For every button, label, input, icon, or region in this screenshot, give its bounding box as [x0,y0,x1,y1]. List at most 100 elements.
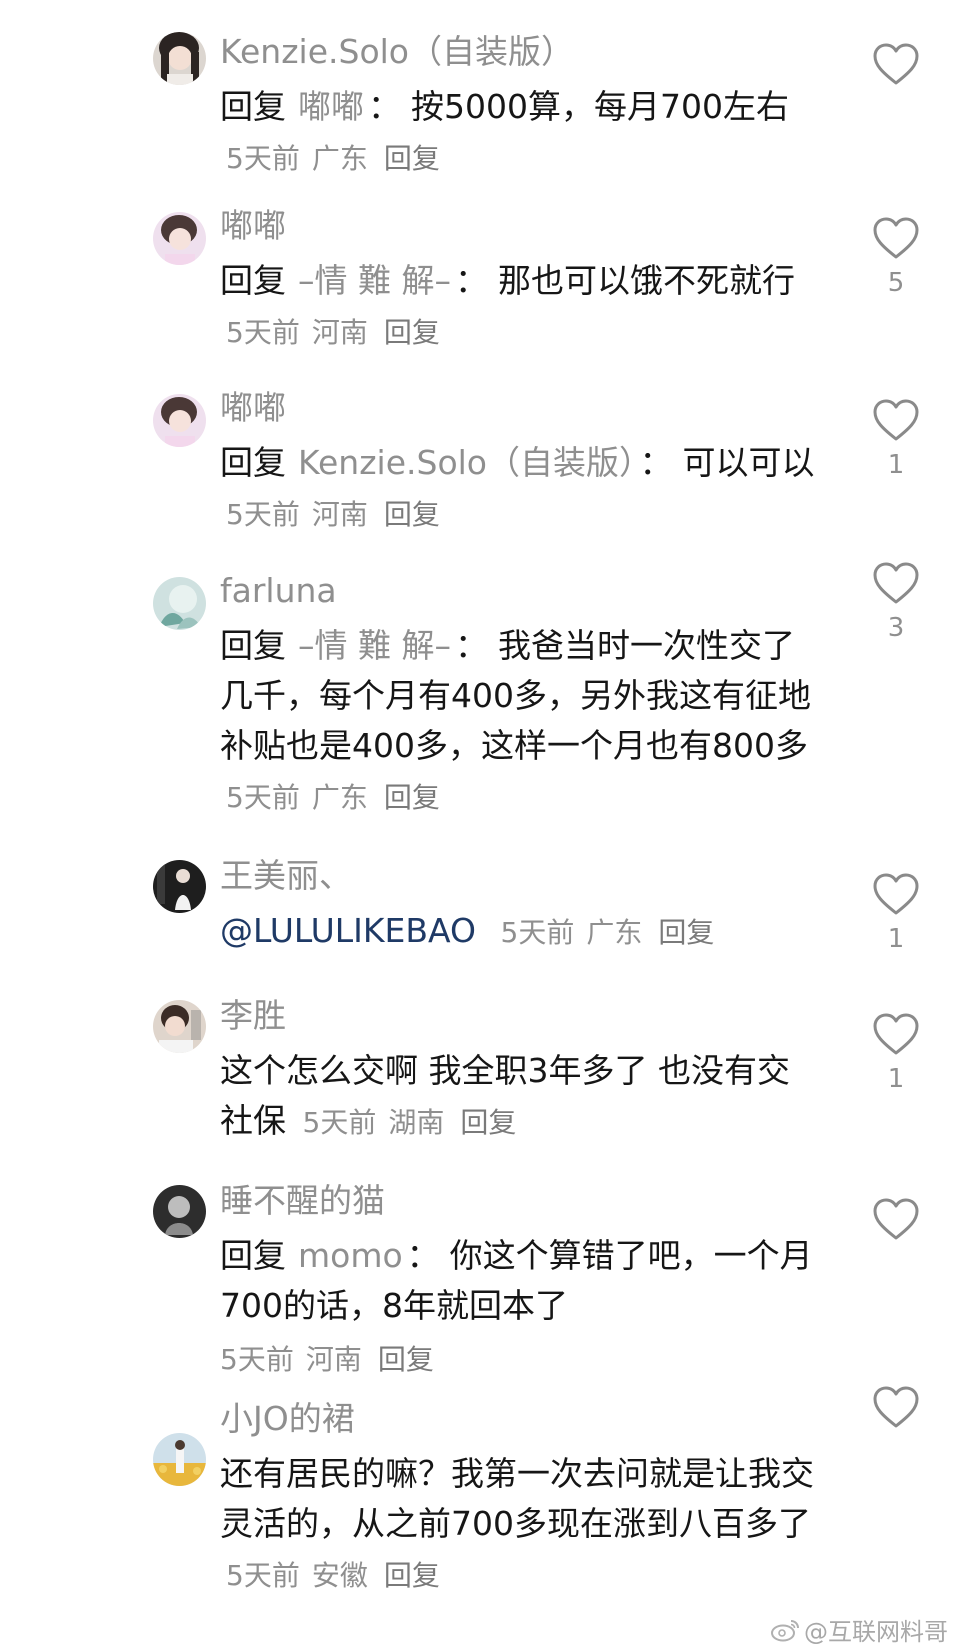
heart-outline-icon [873,217,919,259]
timestamp: 5天前 [302,1106,377,1139]
comment-meta: 5天前 广东 回复 [226,781,440,814]
avatar[interactable] [153,577,206,630]
ip-location: 广东 [311,781,368,814]
colon: ： [406,1236,440,1275]
like-button[interactable]: 1 [868,1012,924,1094]
reply-button[interactable]: 回复 [378,1343,434,1376]
comment-item: 小JO的裙 还有居民的嘛？我第一次去问就是让我交灵活的，从之前700多现在涨到八… [0,1386,960,1633]
heart-outline-icon [873,43,919,85]
reply-button[interactable]: 回复 [384,1559,440,1592]
comment-text: 回复 –情 難 解–：那也可以饿不死就行 5天前 河南 回复 [220,256,820,358]
reply-word: 回复 [220,1236,286,1275]
reply-word: 回复 [220,626,286,665]
comment-text: @LULULIKEBAO 5天前 广东 回复 [220,906,860,958]
comment-text: 回复 嘟嘟： 按5000算，每月700左右 5天前 广东 回复 [220,82,820,184]
comment-meta: 5天前 安徽 回复 [226,1559,440,1592]
reply-button[interactable]: 回复 [384,498,440,531]
heart-outline-icon [873,873,919,915]
like-count: 3 [887,613,905,643]
username[interactable]: 王美丽、 [220,856,352,896]
username[interactable]: 小JO的裙 [220,1399,355,1439]
comment-text: 回复 –情 難 解–：我爸当时一次性交了几千，每个月有400多，另外我这有征地补贴… [220,621,820,823]
ip-location: 河南 [305,1343,362,1376]
reply-word: 回复 [220,87,286,126]
timestamp: 5天前 [226,316,300,349]
reply-button[interactable]: 回复 [460,1106,516,1139]
ip-location: 广东 [586,916,643,949]
ip-location: 河南 [311,498,368,531]
username[interactable]: 睡不醒的猫 [220,1181,385,1221]
avatar[interactable] [153,212,206,265]
comment-content: 可以可以 [682,443,815,482]
comment-meta: 5天前 河南 回复 [220,1335,820,1385]
comment-meta: 5天前 河南 回复 [226,316,440,349]
reply-button[interactable]: 回复 [384,142,440,175]
reply-target[interactable]: 嘟嘟 [298,87,364,126]
ip-location: 河南 [311,316,368,349]
comment-text: 这个怎么交啊 我全职3年多了 也没有交社保 5天前 湖南 回复 [220,1046,820,1148]
comment-meta: 5天前 河南 回复 [226,498,440,531]
comment-meta: 5天前 湖南 回复 [303,1106,517,1139]
reply-word: 回复 [220,443,286,482]
username[interactable]: 嘟嘟 [220,388,286,428]
heart-outline-icon [873,562,919,604]
like-button[interactable]: 1 [868,398,924,480]
avatar[interactable] [153,1433,206,1486]
comment-content-block: 回复 momo：你这个算错了吧，一个月700的话，8年就回本了 [220,1231,820,1331]
comment-item: 王美丽、 @LULULIKEBAO 5天前 广东 回复 1 [0,830,960,970]
reply-button[interactable]: 回复 [384,781,440,814]
like-button[interactable]: 3 [868,561,924,643]
ip-location: 安徽 [311,1559,368,1592]
reply-button[interactable]: 回复 [384,316,440,349]
avatar[interactable] [153,32,206,85]
timestamp: 5天前 [220,1343,294,1376]
ip-location: 湖南 [388,1106,445,1139]
reply-target[interactable]: Kenzie.Solo（自装版） [298,443,636,482]
like-button[interactable] [868,1385,924,1437]
username[interactable]: 李胜 [220,996,286,1036]
username[interactable]: 嘟嘟 [220,206,286,246]
colon: ： [639,443,673,482]
like-button[interactable]: 1 [868,872,924,954]
username[interactable]: Kenzie.Solo（自装版） [220,32,574,72]
heart-outline-icon [873,1013,919,1055]
like-button[interactable]: 5 [868,216,924,298]
like-button[interactable] [868,42,924,94]
comment-content: 还有居民的嘛？我第一次去问就是让我交灵活的，从之前700多现在涨到八百多了 [220,1454,814,1543]
comment-item: 李胜 这个怎么交啊 我全职3年多了 也没有交社保 5天前 湖南 回复 1 [0,970,960,1140]
watermark-text: @互联网料哥 [804,1618,948,1646]
comment-item: 嘟嘟 回复 –情 難 解–：那也可以饿不死就行 5天前 河南 回复 5 [0,180,960,360]
colon: ： [454,261,488,300]
avatar[interactable] [153,860,206,913]
reply-target[interactable]: momo [298,1236,403,1275]
comment-text: 回复 Kenzie.Solo（自装版）：可以可以 5天前 河南 回复 [220,438,820,540]
colon: ： [454,626,488,665]
heart-outline-icon [873,1198,919,1240]
watermark: @互联网料哥 [770,1612,948,1648]
username[interactable]: farluna [220,571,337,611]
heart-outline-icon [873,1386,919,1428]
like-count: 1 [887,450,905,480]
timestamp: 5天前 [226,781,300,814]
comment-text: 还有居民的嘛？我第一次去问就是让我交灵活的，从之前700多现在涨到八百多了 5天… [220,1449,820,1601]
comment-item: 嘟嘟 回复 Kenzie.Solo（自装版）：可以可以 5天前 河南 回复 1 [0,362,960,542]
heart-outline-icon [873,399,919,441]
ip-location: 广东 [311,142,368,175]
timestamp: 5天前 [500,916,575,949]
avatar[interactable] [153,1000,206,1053]
like-count: 1 [887,924,905,954]
timestamp: 5天前 [226,1559,300,1592]
avatar[interactable] [153,1185,206,1238]
comment-content: 那也可以饿不死就行 [497,261,795,300]
reply-word: 回复 [220,261,286,300]
avatar[interactable] [153,394,206,447]
timestamp: 5天前 [226,498,300,531]
reply-button[interactable]: 回复 [658,916,714,949]
reply-target[interactable]: –情 難 解– [298,626,451,665]
comment-text: 回复 momo：你这个算错了吧，一个月700的话，8年就回本了 5天前 河南 回复 [220,1231,820,1385]
timestamp: 5天前 [226,142,300,175]
like-button[interactable] [868,1197,924,1249]
like-count: 5 [887,268,905,298]
mention-link[interactable]: @LULULIKEBAO [220,911,476,950]
reply-target[interactable]: –情 難 解– [298,261,451,300]
